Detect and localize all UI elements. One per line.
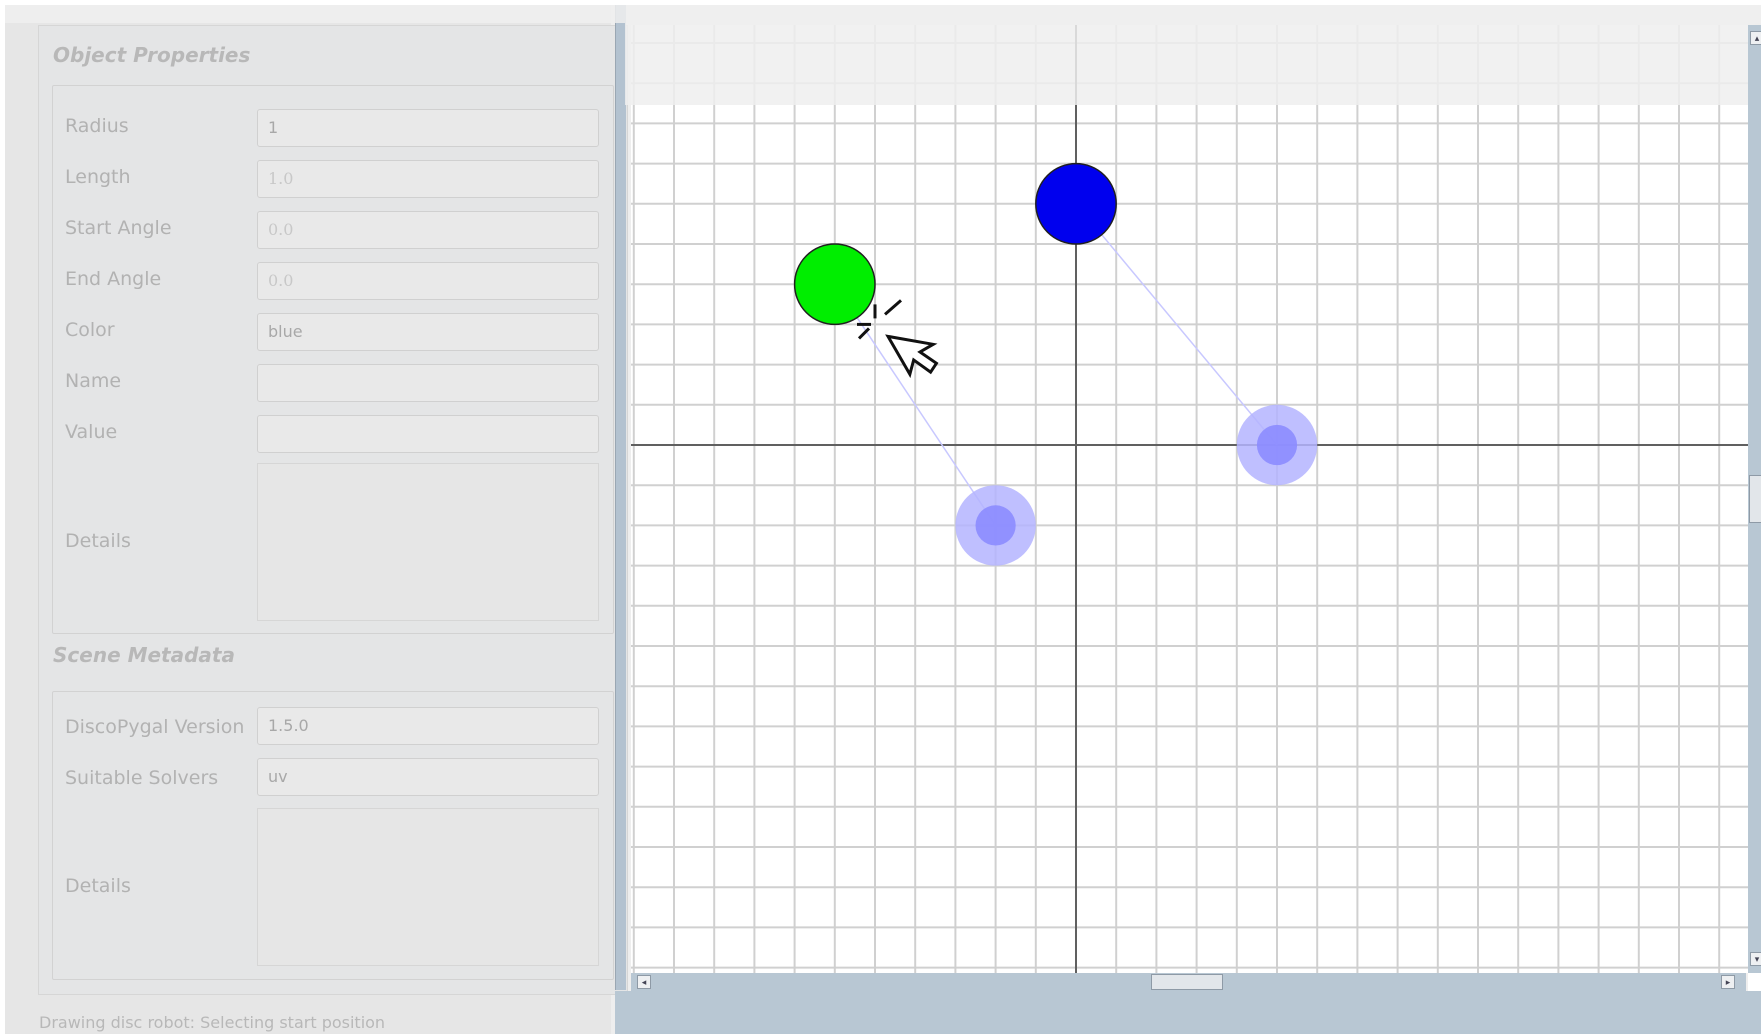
app-window: Object Properties Radius 1 Length 1.0 St…: [5, 5, 1761, 1034]
metadata-details-textarea[interactable]: [257, 808, 599, 966]
vertical-scrollbar[interactable]: ▴ ▾: [1748, 25, 1761, 973]
scroll-corner: [1748, 973, 1761, 991]
details-textarea[interactable]: [257, 463, 599, 621]
name-field[interactable]: [257, 364, 599, 402]
field-label-discopygal-version: DiscoPygal Version: [65, 716, 245, 738]
scene-metadata-title: Scene Metadata: [53, 643, 235, 667]
click-burst-line: [884, 299, 902, 316]
toolbar-ghost-overlay: [625, 23, 1755, 105]
top-overlay: [5, 5, 1761, 23]
vertical-scroll-thumb[interactable]: [1749, 475, 1761, 523]
scroll-down-arrow-icon[interactable]: ▾: [1750, 952, 1761, 966]
field-label-length: Length: [65, 166, 131, 188]
radius-field[interactable]: 1: [257, 109, 599, 147]
value-field[interactable]: [257, 415, 599, 453]
length-field[interactable]: 1.0: [257, 160, 599, 198]
panel-splitter[interactable]: [615, 5, 626, 990]
field-label-name: Name: [65, 370, 122, 392]
suitable-solvers-field[interactable]: uv: [257, 758, 599, 796]
disc-robot-blue-start-disc: [1035, 162, 1117, 245]
disc-robot-green-start-disc: [793, 243, 876, 326]
field-label-start-angle: Start Angle: [65, 217, 172, 239]
disc-robot-green-goal-marker: [975, 505, 1016, 546]
field-label-details: Details: [65, 530, 131, 552]
field-label-radius: Radius: [65, 115, 129, 137]
end-angle-field[interactable]: 0.0: [257, 262, 599, 300]
scroll-left-arrow-icon[interactable]: ◂: [637, 975, 651, 989]
disc-robot-blue-goal-marker: [1256, 424, 1298, 466]
scene-canvas[interactable]: [631, 25, 1748, 973]
discopygal-version-field[interactable]: 1.5.0: [257, 707, 599, 745]
scene-svg[interactable]: [631, 25, 1748, 973]
left-panel: Object Properties Radius 1 Length 1.0 St…: [5, 5, 628, 1034]
color-field[interactable]: blue: [257, 313, 599, 351]
mouse-cursor-icon: [857, 299, 939, 379]
field-label-metadata-details: Details: [65, 875, 131, 897]
field-label-color: Color: [65, 319, 115, 341]
horizontal-scrollbar[interactable]: ◂ ▸: [631, 973, 1746, 991]
status-text: Drawing disc robot: Selecting start posi…: [39, 1013, 386, 1032]
scroll-up-arrow-icon[interactable]: ▴: [1750, 31, 1761, 45]
field-label-suitable-solvers: Suitable Solvers: [65, 767, 219, 789]
object-properties-title: Object Properties: [53, 43, 251, 67]
start-angle-field[interactable]: 0.0: [257, 211, 599, 249]
horizontal-scroll-thumb[interactable]: [1151, 974, 1223, 990]
bottom-strip: [615, 991, 1761, 1034]
scroll-right-arrow-icon[interactable]: ▸: [1721, 975, 1735, 989]
field-label-end-angle: End Angle: [65, 268, 162, 290]
arrow-cursor-shape: [885, 334, 939, 379]
field-label-value: Value: [65, 421, 118, 443]
